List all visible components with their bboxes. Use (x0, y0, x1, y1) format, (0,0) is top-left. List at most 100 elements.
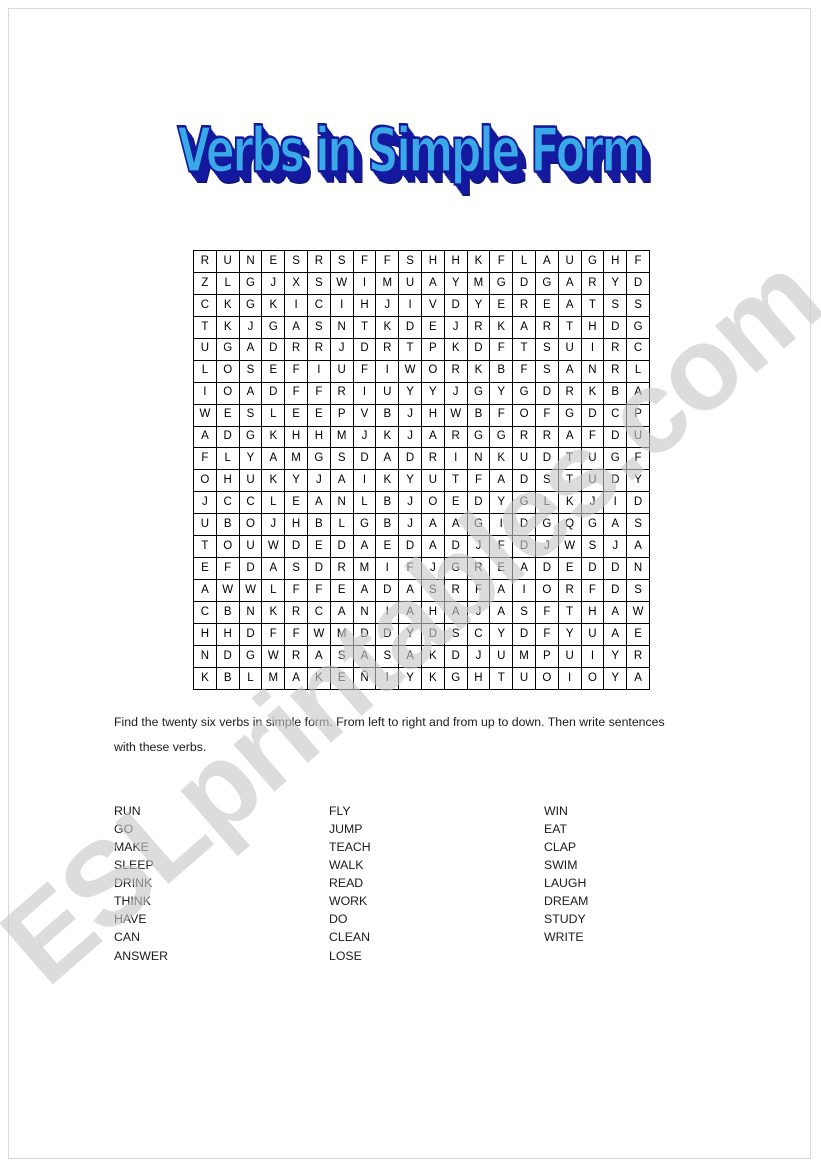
grid-cell[interactable]: K (443, 337, 468, 361)
grid-cell[interactable]: J (420, 557, 445, 581)
grid-cell[interactable]: J (329, 337, 354, 361)
grid-cell[interactable]: E (626, 622, 650, 646)
grid-cell[interactable]: U (557, 250, 582, 273)
grid-cell[interactable]: G (238, 425, 263, 449)
grid-cell[interactable]: F (306, 579, 331, 602)
grid-cell[interactable]: P (420, 337, 445, 361)
grid-cell[interactable]: G (626, 315, 650, 339)
grid-cell[interactable]: D (238, 557, 263, 581)
grid-cell[interactable]: G (603, 447, 628, 471)
grid-cell[interactable]: D (398, 535, 422, 559)
grid-cell[interactable]: I (193, 381, 217, 405)
grid-cell[interactable]: F (306, 381, 331, 405)
grid-cell[interactable]: T (193, 315, 217, 339)
grid-cell[interactable]: D (466, 491, 491, 515)
grid-cell[interactable]: C (193, 601, 217, 624)
grid-cell[interactable]: I (284, 293, 308, 317)
grid-cell[interactable]: D (626, 491, 650, 515)
grid-cell[interactable]: E (375, 535, 400, 559)
grid-cell[interactable]: Y (398, 666, 422, 690)
grid-cell[interactable]: F (284, 622, 308, 646)
grid-cell[interactable]: U (512, 666, 536, 690)
grid-cell[interactable]: D (580, 403, 605, 427)
grid-cell[interactable]: J (398, 491, 422, 515)
grid-cell[interactable]: J (261, 513, 286, 537)
word-search-grid[interactable]: RUNESRSFFSHHKFLAUGHFZLGJXSWIMUAYMGDGARYD… (193, 250, 650, 690)
grid-cell[interactable]: D (603, 579, 628, 602)
grid-cell[interactable]: M (466, 271, 491, 295)
grid-cell[interactable]: A (306, 644, 331, 668)
grid-cell[interactable]: H (603, 250, 628, 273)
grid-cell[interactable]: A (329, 469, 354, 493)
grid-cell[interactable]: W (398, 359, 422, 383)
grid-cell[interactable]: J (580, 491, 605, 515)
grid-cell[interactable]: N (466, 447, 491, 471)
grid-cell[interactable]: E (261, 359, 286, 383)
grid-cell[interactable]: L (352, 491, 377, 515)
grid-cell[interactable]: I (489, 513, 514, 537)
grid-cell[interactable]: I (375, 666, 400, 690)
grid-cell[interactable]: I (329, 293, 354, 317)
grid-cell[interactable]: J (238, 315, 263, 339)
grid-cell[interactable]: A (238, 337, 263, 361)
grid-cell[interactable]: A (489, 579, 514, 602)
grid-cell[interactable]: D (238, 622, 263, 646)
grid-cell[interactable]: E (420, 315, 445, 339)
grid-cell[interactable]: F (466, 469, 491, 493)
grid-cell[interactable]: A (284, 315, 308, 339)
grid-cell[interactable]: E (306, 403, 331, 427)
grid-cell[interactable]: J (466, 644, 491, 668)
grid-cell[interactable]: R (306, 250, 331, 273)
grid-cell[interactable]: R (193, 250, 217, 273)
grid-cell[interactable]: H (352, 293, 377, 317)
grid-cell[interactable]: G (443, 557, 468, 581)
grid-cell[interactable]: R (534, 425, 559, 449)
grid-cell[interactable]: T (512, 337, 536, 361)
grid-cell[interactable]: Y (398, 469, 422, 493)
grid-cell[interactable]: D (443, 644, 468, 668)
grid-cell[interactable]: A (193, 579, 217, 602)
grid-cell[interactable]: U (329, 359, 354, 383)
grid-cell[interactable]: O (193, 469, 217, 493)
grid-cell[interactable]: I (603, 491, 628, 515)
grid-cell[interactable]: M (329, 425, 354, 449)
grid-cell[interactable]: D (603, 425, 628, 449)
grid-cell[interactable]: K (375, 315, 400, 339)
grid-cell[interactable]: G (466, 513, 491, 537)
grid-cell[interactable]: Y (603, 271, 628, 295)
grid-cell[interactable]: A (443, 601, 468, 624)
grid-cell[interactable]: M (284, 447, 308, 471)
grid-cell[interactable]: R (534, 315, 559, 339)
grid-cell[interactable]: K (375, 469, 400, 493)
grid-cell[interactable]: O (215, 535, 240, 559)
grid-cell[interactable]: A (489, 601, 514, 624)
grid-cell[interactable]: D (512, 271, 536, 295)
grid-cell[interactable]: P (626, 403, 650, 427)
grid-cell[interactable]: K (261, 293, 286, 317)
grid-cell[interactable]: H (580, 601, 605, 624)
grid-cell[interactable]: L (261, 579, 286, 602)
grid-cell[interactable]: J (466, 535, 491, 559)
grid-cell[interactable]: T (557, 447, 582, 471)
grid-cell[interactable]: U (489, 644, 514, 668)
grid-cell[interactable]: R (466, 315, 491, 339)
grid-cell[interactable]: R (603, 359, 628, 383)
grid-cell[interactable]: A (329, 601, 354, 624)
grid-cell[interactable]: O (534, 579, 559, 602)
grid-cell[interactable]: U (375, 381, 400, 405)
grid-cell[interactable]: U (420, 469, 445, 493)
grid-cell[interactable]: S (238, 359, 263, 383)
grid-cell[interactable]: R (466, 557, 491, 581)
grid-cell[interactable]: E (557, 557, 582, 581)
grid-cell[interactable]: Y (443, 271, 468, 295)
grid-cell[interactable]: S (238, 403, 263, 427)
grid-cell[interactable]: S (398, 250, 422, 273)
grid-cell[interactable]: L (512, 250, 536, 273)
grid-cell[interactable]: L (534, 491, 559, 515)
grid-cell[interactable]: E (443, 491, 468, 515)
grid-cell[interactable]: E (215, 403, 240, 427)
grid-cell[interactable]: G (466, 425, 491, 449)
grid-cell[interactable]: A (306, 491, 331, 515)
grid-cell[interactable]: T (193, 535, 217, 559)
grid-cell[interactable]: S (603, 293, 628, 317)
